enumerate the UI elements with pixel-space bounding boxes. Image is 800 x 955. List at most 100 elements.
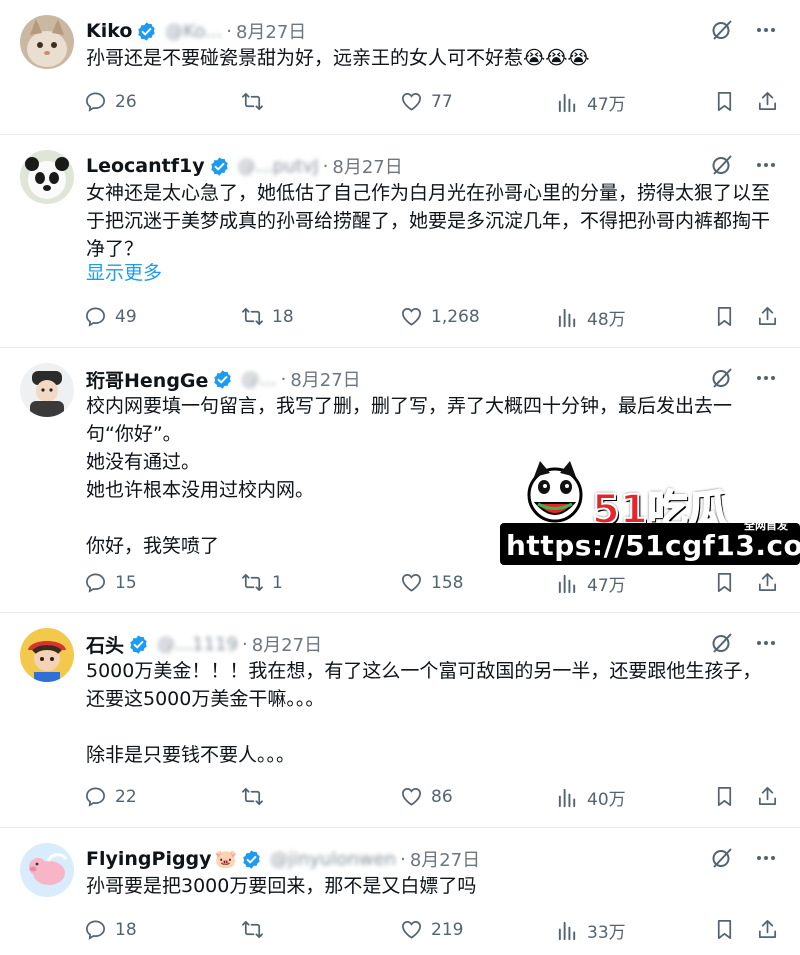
like-button[interactable]: 77 — [400, 90, 453, 113]
tweet-date[interactable]: 8月27日 — [290, 366, 360, 392]
bookmark-button[interactable] — [713, 918, 736, 941]
like-count: 158 — [431, 572, 464, 593]
views-button[interactable]: 47万 — [556, 571, 626, 596]
grok-icon[interactable] — [710, 846, 734, 870]
user-handle[interactable]: @... — [241, 369, 276, 390]
watermark-url: https://51cgf13.com — [506, 529, 800, 562]
display-name[interactable]: Leocantf1y — [86, 155, 205, 177]
views-button[interactable]: 47万 — [556, 90, 626, 115]
reply-button[interactable]: 22 — [84, 785, 137, 808]
views-icon — [558, 574, 576, 594]
views-button[interactable]: 40万 — [556, 785, 626, 810]
tweet-card[interactable]: Kiko @Ko... · 8月27日 孙哥还是不要碰瓷景甜为好，远亲王的女人可… — [0, 0, 800, 135]
user-handle[interactable]: @Ko... — [165, 21, 222, 42]
heart-icon — [402, 920, 421, 939]
like-button[interactable]: 86 — [400, 785, 453, 808]
user-handle[interactable]: @jinyulonwen — [270, 849, 396, 870]
share-icon — [758, 920, 777, 939]
share-button[interactable] — [756, 571, 779, 594]
share-icon — [758, 92, 777, 111]
watermark: 51吃瓜 https://51cgf13.com 全网首发 — [500, 455, 800, 567]
verified-badge-icon — [138, 21, 156, 41]
display-name[interactable]: 石头 — [86, 631, 124, 658]
bookmark-button[interactable] — [713, 305, 736, 328]
share-button[interactable] — [756, 305, 779, 328]
tweet-text: 5000万美金！！！我在想，有了这么一个富可敌国的另一半，还要跟他生孩子，还要这… — [86, 660, 762, 766]
verified-badge-icon — [130, 634, 147, 654]
avatar[interactable] — [20, 150, 74, 204]
views-button[interactable]: 48万 — [556, 305, 626, 330]
tweet-date[interactable]: 8月27日 — [236, 18, 306, 44]
share-icon — [758, 573, 777, 592]
bookmark-button[interactable] — [713, 90, 736, 113]
avatar[interactable] — [20, 843, 74, 897]
view-count: 40万 — [587, 790, 626, 810]
show-more-link[interactable]: 显示更多 — [86, 259, 776, 287]
tweet-date[interactable]: 8月27日 — [332, 153, 402, 179]
tweet-card[interactable]: FlyingPiggy 🐷 @jinyulonwen · 8月27日 孙哥要是把… — [0, 828, 800, 955]
heart-icon — [402, 307, 421, 326]
more-icon[interactable] — [754, 18, 778, 42]
reply-button[interactable]: 26 — [84, 90, 137, 113]
reply-button[interactable]: 18 — [84, 918, 137, 941]
grok-icon[interactable] — [710, 631, 734, 655]
reply-button[interactable]: 15 — [84, 571, 137, 594]
tweet-text: 女神还是太心急了，她低估了自己作为白月光在孙哥心里的分量，捞得太狠了以至于把沉迷… — [86, 182, 771, 260]
user-handle[interactable]: @...1119 — [157, 634, 238, 655]
share-button[interactable] — [756, 785, 779, 808]
tweet-card[interactable]: Leocantf1y @...putvJ · 8月27日 女神还是太心急了，她低… — [0, 135, 800, 348]
bookmark-icon — [717, 307, 732, 326]
retweet-button[interactable]: 18 — [241, 305, 294, 328]
bookmark-button[interactable] — [713, 785, 736, 808]
avatar[interactable] — [20, 363, 74, 417]
view-count: 47万 — [587, 95, 626, 115]
grok-icon[interactable] — [710, 366, 734, 390]
reply-button[interactable]: 49 — [84, 305, 137, 328]
like-button[interactable]: 158 — [400, 571, 463, 594]
view-count: 47万 — [587, 576, 626, 596]
reply-icon — [86, 573, 105, 593]
views-button[interactable]: 33万 — [556, 918, 626, 943]
tweet-date[interactable]: 8月27日 — [252, 631, 322, 657]
grok-icon[interactable] — [710, 18, 734, 42]
reply-count: 22 — [115, 786, 137, 807]
avatar[interactable] — [20, 15, 74, 69]
display-name[interactable]: Kiko — [86, 20, 132, 42]
more-icon[interactable] — [754, 631, 778, 655]
tweet-date[interactable]: 8月27日 — [410, 846, 480, 872]
like-count: 1,268 — [431, 306, 480, 327]
share-button[interactable] — [756, 918, 779, 941]
user-handle[interactable]: @...putvJ — [238, 156, 319, 177]
bookmark-icon — [717, 573, 732, 592]
like-button[interactable]: 1,268 — [400, 305, 480, 328]
bookmark-icon — [717, 787, 732, 806]
retweet-icon — [242, 92, 263, 111]
more-icon[interactable] — [754, 366, 778, 390]
retweet-count: 1 — [272, 572, 283, 593]
share-icon — [758, 307, 777, 326]
more-icon[interactable] — [754, 153, 778, 177]
share-icon — [758, 787, 777, 806]
retweet-button[interactable] — [241, 90, 272, 113]
verified-badge-icon — [210, 156, 228, 176]
views-icon — [558, 788, 576, 808]
retweet-icon — [242, 307, 263, 326]
heart-icon — [402, 92, 421, 111]
bookmark-button[interactable] — [713, 571, 736, 594]
retweet-button[interactable]: 1 — [241, 571, 283, 594]
tweet-card[interactable]: 石头 @...1119 · 8月27日 5000万美金！！！我在想，有了这么一个… — [0, 613, 800, 828]
avatar[interactable] — [20, 628, 74, 682]
views-icon — [558, 308, 576, 328]
retweet-button[interactable] — [241, 785, 272, 808]
grok-icon[interactable] — [710, 153, 734, 177]
more-icon[interactable] — [754, 846, 778, 870]
retweet-button[interactable] — [241, 918, 272, 941]
pig-face-emoji: 🐷 — [214, 848, 237, 870]
display-name[interactable]: FlyingPiggy — [86, 848, 212, 870]
verified-badge-icon — [214, 369, 232, 389]
like-button[interactable]: 219 — [400, 918, 463, 941]
heart-icon — [402, 787, 421, 806]
reply-icon — [86, 307, 105, 327]
share-button[interactable] — [756, 90, 779, 113]
display-name[interactable]: 珩哥HengGe — [86, 366, 208, 393]
